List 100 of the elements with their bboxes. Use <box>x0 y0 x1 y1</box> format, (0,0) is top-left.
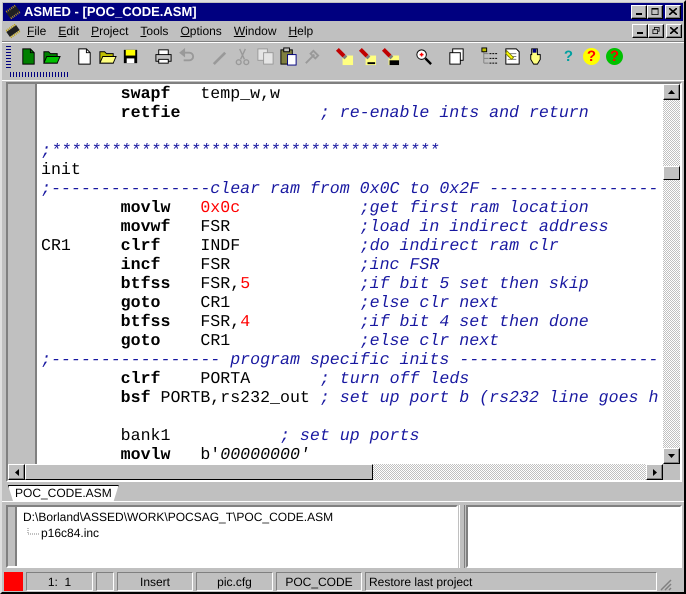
instruction-mnemonic: movlw <box>120 198 170 218</box>
instruction-mnemonic: goto <box>120 331 161 350</box>
menu-item[interactable]: File <box>21 24 52 38</box>
horizontal-scrollbar[interactable] <box>8 464 663 480</box>
instruction-mnemonic: movwf <box>120 217 170 236</box>
file-tab[interactable]: POC_CODE.ASM <box>8 484 119 501</box>
minimize-button[interactable] <box>632 24 648 38</box>
maximize-icon <box>651 8 659 16</box>
instruction-mnemonic: btfss <box>120 274 170 294</box>
cursor-position: 1: 1 <box>26 572 93 591</box>
menu-item[interactable]: Tools <box>134 24 174 38</box>
flashlight-icon <box>335 47 354 66</box>
number-literal: 5 <box>240 274 250 294</box>
operand: FSR, <box>200 274 240 294</box>
menu-item[interactable]: Edit <box>52 24 86 38</box>
instruction-mnemonic: movlw <box>120 445 170 464</box>
printer-icon <box>154 47 173 66</box>
number-literal: 0x0c <box>200 198 240 218</box>
instruction-mnemonic: btfss <box>120 312 170 332</box>
window-title: ASMED - [POC_CODE.ASM] <box>24 4 197 20</box>
size-grip-icon <box>660 579 672 592</box>
instruction-mnemonic: incf <box>120 255 161 274</box>
edit-mode: Insert <box>117 572 193 591</box>
menu-item[interactable]: Options <box>174 24 228 38</box>
code-comment: ; re-enable ints and return <box>320 103 589 122</box>
tree-item[interactable]: D:\Borland\ASSED\WORK\POCSAG_T\POC_CODE.ASM <box>23 508 334 525</box>
scroll-down-button[interactable] <box>663 448 680 464</box>
clipboard-icon <box>279 47 298 66</box>
scroll-up-button[interactable] <box>663 84 680 100</box>
chip-icon <box>5 22 21 39</box>
menu-item[interactable]: Help <box>282 24 320 38</box>
document-icon <box>503 47 522 66</box>
scrollbar-thumb[interactable] <box>663 166 680 180</box>
stacked-pages-icon <box>447 47 466 66</box>
code-label: CR1 <box>41 236 71 256</box>
operand: PORTA <box>200 369 250 388</box>
code-comment: ;*************************************** <box>41 141 440 160</box>
instruction-mnemonic: clrf <box>120 236 161 256</box>
scroll-left-button[interactable] <box>8 464 25 480</box>
code-comment: ;do indirect ram clr <box>360 236 559 256</box>
operand: INDF <box>200 236 240 256</box>
code-comment: ;----------------- program specific inits -------------------- <box>41 350 658 370</box>
operand: PORTB,rs232_out <box>160 388 310 408</box>
vertical-scrollbar[interactable] <box>663 84 680 464</box>
magnifier-icon <box>414 47 433 66</box>
operand: b' <box>200 445 220 464</box>
status-message: Restore last project <box>365 572 657 591</box>
code-comment: ; set up ports <box>280 426 420 446</box>
instruction-mnemonic: retfie <box>120 103 180 122</box>
code-comment: ;if bit 5 set then skip <box>360 274 589 294</box>
flashlight-icon <box>381 47 400 66</box>
instruction-mnemonic: bsf <box>120 388 151 408</box>
operand: CR1 <box>200 293 230 312</box>
code-comment: ;else clr next <box>360 331 500 350</box>
tree-list-icon <box>480 47 499 66</box>
copy-pages-icon <box>256 47 275 66</box>
status-panel <box>96 572 114 591</box>
operand: FSR <box>200 255 230 274</box>
code-comment: ;----------------clear ram from 0x0C to 0x2F ----------------- <box>41 179 658 198</box>
up-arrow-icon <box>668 90 675 94</box>
close-icon <box>669 8 677 16</box>
scroll-right-button[interactable] <box>646 464 663 480</box>
instruction-mnemonic: swapf <box>120 84 170 104</box>
menu-item[interactable]: Window <box>228 24 282 38</box>
close-icon <box>670 27 678 34</box>
tree-item[interactable]: p16c84.inc <box>41 524 100 541</box>
menu-item[interactable]: Project <box>85 24 134 38</box>
status-indicator-icon <box>4 572 23 591</box>
left-arrow-icon <box>14 468 18 476</box>
string-literal: 00000000' <box>220 445 310 464</box>
code-label: init <box>41 160 81 180</box>
scissors-icon <box>233 47 252 66</box>
restore-button[interactable] <box>648 24 664 38</box>
code-comment: ; set up port b (rs232 line goes h <box>320 388 658 408</box>
operand: temp_w,w <box>200 84 280 104</box>
panel-handle[interactable] <box>8 506 17 566</box>
chip-icon <box>5 4 21 20</box>
minimize-button[interactable] <box>631 4 647 19</box>
down-arrow-icon <box>668 454 675 458</box>
code-comment: ;inc FSR <box>360 255 440 274</box>
scrollbar-thumb[interactable] <box>25 464 373 480</box>
close-button[interactable] <box>666 24 682 38</box>
code-comment: ;if bit 4 set then done <box>360 312 589 332</box>
code-comment: ; turn off leds <box>320 369 470 388</box>
dock-strip <box>10 72 70 77</box>
number-literal: 4 <box>240 312 250 332</box>
operand: CR1 <box>200 331 230 350</box>
project-name: POC_CODE <box>276 572 362 591</box>
instruction-mnemonic: goto <box>120 293 161 312</box>
code-comment: ;load in indirect address <box>360 217 609 236</box>
operand: bank1 <box>120 426 170 446</box>
close-button[interactable] <box>665 4 681 19</box>
operand: FSR <box>200 217 230 236</box>
flashlight-icon <box>358 47 377 66</box>
instruction-mnemonic: clrf <box>120 369 161 388</box>
restore-icon <box>652 27 660 34</box>
maximize-button[interactable] <box>647 4 663 19</box>
code-comment: ;else clr next <box>360 293 500 312</box>
operand: FSR, <box>200 312 240 332</box>
right-arrow-icon <box>652 468 656 476</box>
